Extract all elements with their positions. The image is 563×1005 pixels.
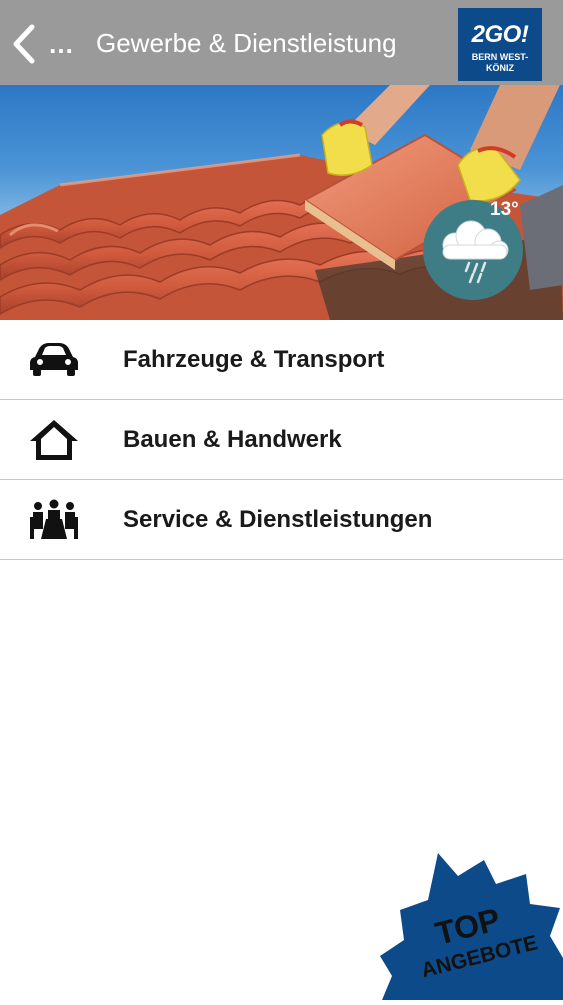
back-button[interactable]: … — [12, 22, 82, 66]
menu-item-label: Service & Dienstleistungen — [123, 506, 433, 533]
chevron-left-icon — [13, 24, 35, 64]
page-title: Gewerbe & Dienstleistung — [96, 28, 397, 58]
menu-item-bauen[interactable]: Bauen & Handwerk — [0, 400, 563, 480]
logo-text: 2GO! — [471, 21, 529, 48]
logo-subtitle-2: KÖNIZ — [486, 63, 514, 73]
people-service-icon — [30, 499, 78, 539]
top-offers-starburst: TOP ANGEBOTE — [380, 853, 563, 1000]
weather-temperature: 13° — [490, 199, 519, 220]
category-list: Fahrzeuge & Transport Bauen & Handwerk S… — [0, 320, 563, 560]
brand-logo: 2GO! BERN WEST- KÖNIZ — [458, 8, 542, 81]
car-icon — [30, 343, 78, 376]
menu-item-label: Bauen & Handwerk — [123, 426, 342, 453]
logo-subtitle-1: BERN WEST- — [471, 52, 529, 62]
menu-item-label: Fahrzeuge & Transport — [123, 346, 385, 373]
menu-item-fahrzeuge[interactable]: Fahrzeuge & Transport — [0, 320, 563, 400]
house-icon — [30, 420, 78, 460]
menu-item-service[interactable]: Service & Dienstleistungen — [0, 480, 563, 560]
navigation-bar: … Gewerbe & Dienstleistung 2GO! BERN WES… — [0, 0, 563, 85]
top-offers-badge[interactable]: TOP ANGEBOTE — [380, 848, 563, 1000]
back-label: … — [48, 28, 75, 59]
